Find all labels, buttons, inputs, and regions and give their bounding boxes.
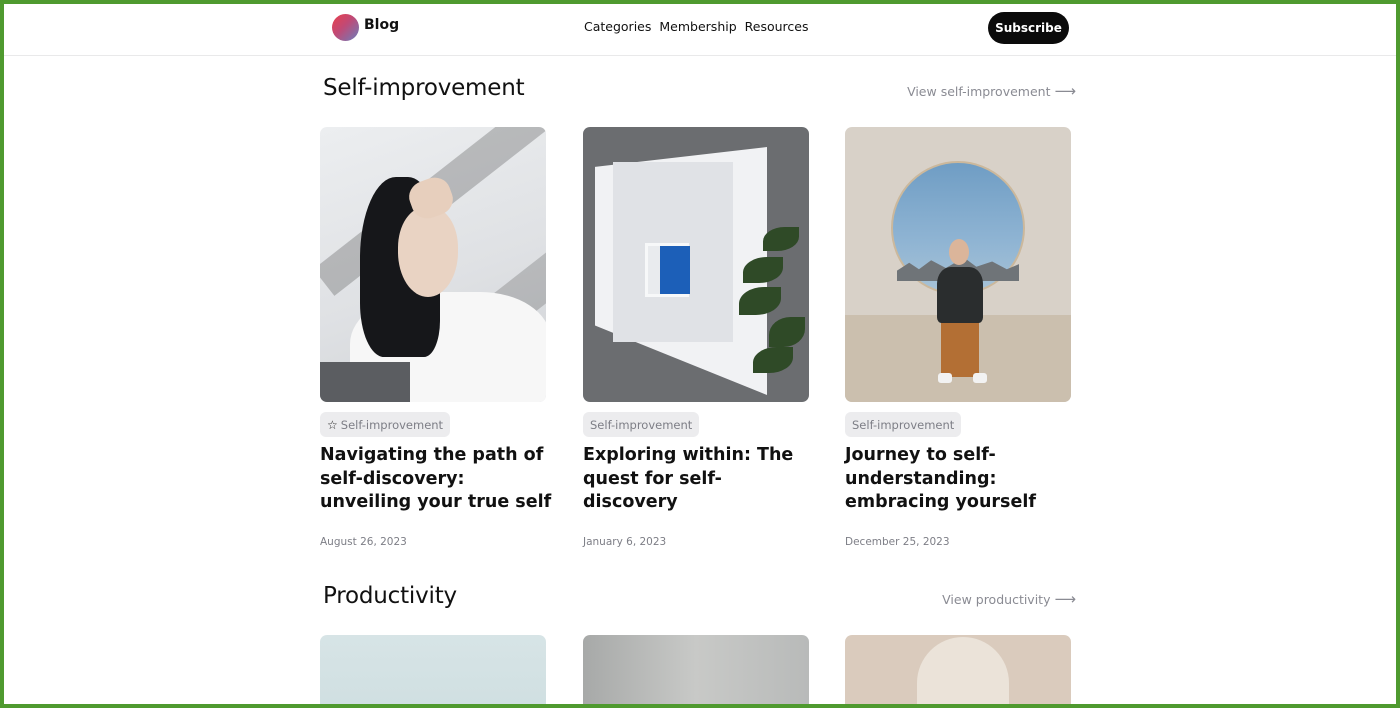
top-navigation-bar: Blog Categories Membership Resources Sub… bbox=[4, 4, 1396, 56]
category-tag[interactable]: ☆ Self-improvement bbox=[320, 412, 451, 437]
plant-leaf bbox=[753, 347, 793, 373]
plant-leaf bbox=[769, 317, 805, 347]
category-tag[interactable]: Self-improvement bbox=[845, 412, 962, 437]
plant-leaf bbox=[743, 257, 783, 283]
plant-leaf bbox=[739, 287, 781, 315]
post-card[interactable]: ☆ Self-improvement Navigating the path o… bbox=[320, 127, 551, 548]
star-icon: ☆ bbox=[327, 417, 338, 432]
view-link-label: View productivity bbox=[942, 591, 1051, 607]
brand-logo[interactable] bbox=[332, 14, 359, 41]
blue-window bbox=[645, 243, 690, 297]
tag-label: Self-improvement bbox=[340, 417, 444, 432]
tag-label: Self-improvement bbox=[852, 417, 955, 432]
post-title[interactable]: Journey to self-understanding: embracing… bbox=[845, 444, 1079, 515]
post-thumbnail[interactable] bbox=[320, 635, 546, 708]
person-shoe bbox=[973, 373, 987, 383]
post-title[interactable]: Exploring within: The quest for self- di… bbox=[583, 444, 817, 515]
person-face bbox=[398, 207, 458, 297]
tag-label: Self-improvement bbox=[590, 417, 693, 432]
person-pants bbox=[941, 317, 979, 377]
nav-item-membership[interactable]: Membership bbox=[659, 19, 736, 34]
post-thumbnail[interactable] bbox=[845, 635, 1071, 708]
nav-item-resources[interactable]: Resources bbox=[745, 19, 809, 34]
section-title-productivity: Productivity bbox=[323, 583, 457, 609]
subscribe-button[interactable]: Subscribe bbox=[988, 12, 1069, 44]
post-card[interactable]: Self-improvement Journey to self-underst… bbox=[845, 127, 1071, 548]
post-thumbnail[interactable] bbox=[583, 635, 809, 708]
chair bbox=[320, 362, 410, 402]
section-title-self-improvement: Self-improvement bbox=[323, 75, 525, 101]
post-card[interactable]: Self-improvement Exploring within: The q… bbox=[583, 127, 809, 548]
view-link-label: View self-improvement bbox=[907, 83, 1051, 99]
brand-name[interactable]: Blog bbox=[364, 17, 399, 33]
view-productivity-link[interactable]: View productivity ⟶ bbox=[942, 590, 1076, 608]
person-head bbox=[949, 239, 969, 265]
arrow-right-icon: ⟶ bbox=[1054, 590, 1076, 608]
post-thumbnail[interactable] bbox=[583, 127, 809, 402]
post-date: December 25, 2023 bbox=[845, 536, 950, 548]
arch-shape bbox=[917, 637, 1009, 708]
post-thumbnail[interactable] bbox=[320, 127, 546, 402]
arrow-right-icon: ⟶ bbox=[1054, 82, 1076, 100]
plant-leaf bbox=[763, 227, 799, 251]
post-thumbnail[interactable] bbox=[845, 127, 1071, 402]
post-date: August 26, 2023 bbox=[320, 536, 407, 548]
person-shoe bbox=[938, 373, 952, 383]
post-date: January 6, 2023 bbox=[583, 536, 667, 548]
view-self-improvement-link[interactable]: View self-improvement ⟶ bbox=[907, 82, 1076, 100]
main-nav: Categories Membership Resources bbox=[584, 19, 809, 34]
post-title[interactable]: Navigating the path of self-discovery: u… bbox=[320, 444, 554, 515]
person-jacket bbox=[937, 267, 983, 323]
nav-item-categories[interactable]: Categories bbox=[584, 19, 651, 34]
category-tag[interactable]: Self-improvement bbox=[583, 412, 700, 437]
